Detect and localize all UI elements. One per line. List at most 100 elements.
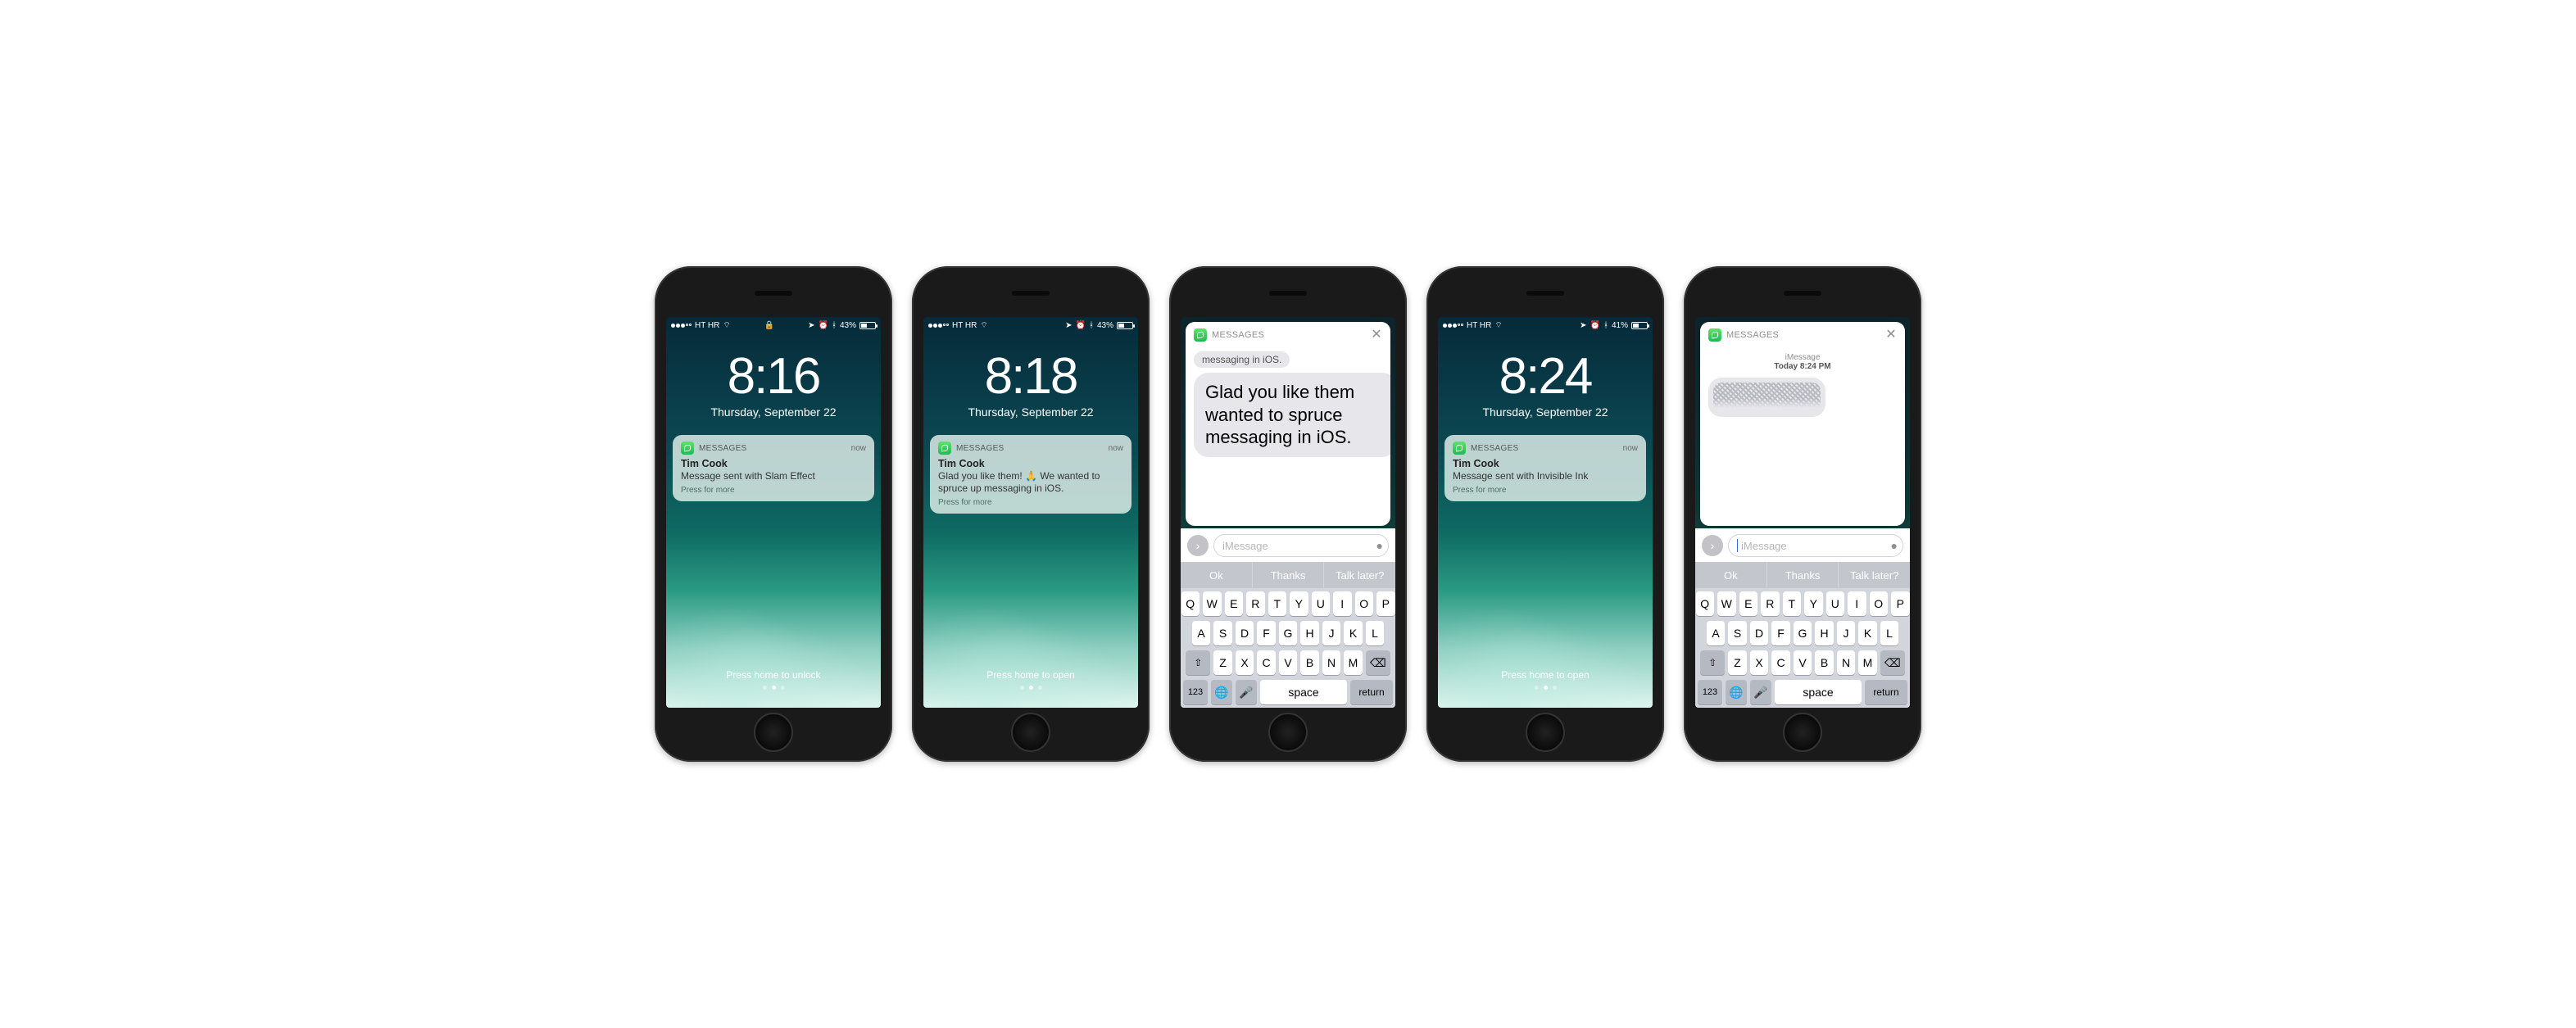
expand-apps-button[interactable]: › (1187, 535, 1209, 556)
key-h[interactable]: H (1815, 621, 1834, 645)
key-q[interactable]: Q (1181, 591, 1200, 616)
key-e[interactable]: E (1739, 591, 1758, 616)
key-j[interactable]: J (1837, 621, 1856, 645)
key-m[interactable]: M (1858, 650, 1877, 675)
notification-card[interactable]: MESSAGES now Tim Cook Message sent with … (1444, 435, 1646, 501)
key-s[interactable]: S (1728, 621, 1747, 645)
key-h[interactable]: H (1300, 621, 1319, 645)
key-i[interactable]: I (1848, 591, 1866, 616)
key-x[interactable]: X (1236, 650, 1254, 675)
quick-reply-option[interactable]: Thanks (1253, 562, 1325, 588)
key-123[interactable]: 123 (1698, 680, 1722, 704)
key-⌫[interactable]: ⌫ (1366, 650, 1390, 675)
key-k[interactable]: K (1858, 621, 1877, 645)
key-123[interactable]: 123 (1183, 680, 1208, 704)
bluetooth-icon: ᚼ (1089, 321, 1094, 330)
key-⌫[interactable]: ⌫ (1880, 650, 1905, 675)
key-b[interactable]: B (1815, 650, 1834, 675)
close-icon[interactable]: ✕ (1371, 328, 1382, 342)
close-icon[interactable]: ✕ (1885, 328, 1897, 342)
key-r[interactable]: R (1761, 591, 1780, 616)
quick-reply-option[interactable]: Ok (1181, 562, 1253, 588)
key-s[interactable]: S (1213, 621, 1232, 645)
key-v[interactable]: V (1279, 650, 1298, 675)
message-input[interactable]: iMessage ● (1213, 534, 1389, 557)
expand-apps-button[interactable]: › (1702, 535, 1723, 556)
key-b[interactable]: B (1300, 650, 1319, 675)
key-🌐[interactable]: 🌐 (1211, 680, 1232, 704)
key-o[interactable]: O (1355, 591, 1374, 616)
previous-message-bubble: messaging in iOS. (1194, 351, 1290, 368)
key-l[interactable]: L (1366, 621, 1385, 645)
key-j[interactable]: J (1322, 621, 1341, 645)
signal-dots-icon (928, 324, 949, 328)
phone-frame: HT HR ⌔ ➤ ⏰ ᚼ 43% 8:18 Thursday, Septemb… (912, 266, 1150, 762)
quick-reply-option[interactable]: Thanks (1767, 562, 1839, 588)
key-t[interactable]: T (1783, 591, 1802, 616)
key-a[interactable]: A (1192, 621, 1211, 645)
key-x[interactable]: X (1750, 650, 1769, 675)
key-d[interactable]: D (1750, 621, 1769, 645)
invisible-ink-texture (1713, 383, 1821, 412)
key-⇧[interactable]: ⇧ (1700, 650, 1725, 675)
key-space[interactable]: space (1260, 680, 1347, 704)
key-w[interactable]: W (1203, 591, 1222, 616)
messages-app-icon (938, 442, 951, 455)
key-c[interactable]: C (1771, 650, 1790, 675)
key-y[interactable]: Y (1290, 591, 1308, 616)
key-n[interactable]: N (1322, 650, 1341, 675)
key-o[interactable]: O (1870, 591, 1889, 616)
key-🎤[interactable]: 🎤 (1236, 680, 1257, 704)
quick-reply-option[interactable]: Ok (1695, 562, 1767, 588)
key-return[interactable]: return (1865, 680, 1907, 704)
key-u[interactable]: U (1312, 591, 1331, 616)
key-y[interactable]: Y (1804, 591, 1823, 616)
key-m[interactable]: M (1344, 650, 1363, 675)
key-p[interactable]: P (1891, 591, 1910, 616)
key-v[interactable]: V (1794, 650, 1812, 675)
wifi-icon: ⌔ (723, 320, 730, 331)
key-f[interactable]: F (1257, 621, 1276, 645)
key-🌐[interactable]: 🌐 (1726, 680, 1747, 704)
key-l[interactable]: L (1880, 621, 1899, 645)
key-return[interactable]: return (1350, 680, 1393, 704)
notification-card[interactable]: MESSAGES now Tim Cook Message sent with … (673, 435, 874, 501)
key-p[interactable]: P (1376, 591, 1395, 616)
key-f[interactable]: F (1771, 621, 1790, 645)
key-q[interactable]: Q (1696, 591, 1715, 616)
key-a[interactable]: A (1707, 621, 1726, 645)
quick-reply-option[interactable]: Talk later? (1324, 562, 1395, 588)
key-c[interactable]: C (1257, 650, 1276, 675)
key-e[interactable]: E (1225, 591, 1244, 616)
key-z[interactable]: Z (1728, 650, 1747, 675)
message-input[interactable]: iMessage ● (1728, 534, 1903, 557)
quick-reply-card: MESSAGES ✕ messaging in iOS. Glad you li… (1186, 322, 1390, 526)
quick-reply-option[interactable]: Talk later? (1839, 562, 1910, 588)
notification-card[interactable]: MESSAGES now Tim Cook Glad you like them… (930, 435, 1132, 514)
key-w[interactable]: W (1717, 591, 1736, 616)
battery-percent: 43% (840, 321, 856, 330)
key-i[interactable]: I (1333, 591, 1352, 616)
key-u[interactable]: U (1826, 591, 1845, 616)
key-🎤[interactable]: 🎤 (1750, 680, 1771, 704)
key-d[interactable]: D (1236, 621, 1254, 645)
key-g[interactable]: G (1794, 621, 1812, 645)
page-dots (666, 686, 881, 690)
conversation-body[interactable]: iMessage Today 8:24 PM (1700, 348, 1905, 526)
key-⇧[interactable]: ⇧ (1186, 650, 1210, 675)
invisible-ink-bubble[interactable] (1708, 378, 1825, 417)
messages-app-icon (681, 442, 694, 455)
keyboard[interactable]: QWERTYUIOP ASDFGHJKL ⇧ZXCVBNM⌫ 123🌐🎤spac… (1181, 588, 1395, 708)
key-r[interactable]: R (1246, 591, 1265, 616)
conversation-timestamp: iMessage Today 8:24 PM (1708, 353, 1897, 371)
key-g[interactable]: G (1279, 621, 1298, 645)
key-k[interactable]: K (1344, 621, 1363, 645)
key-n[interactable]: N (1837, 650, 1856, 675)
conversation-body[interactable]: messaging in iOS. Glad you like them wan… (1186, 348, 1390, 526)
key-t[interactable]: T (1268, 591, 1287, 616)
key-space[interactable]: space (1775, 680, 1862, 704)
keyboard[interactable]: QWERTYUIOP ASDFGHJKL ⇧ZXCVBNM⌫ 123🌐🎤spac… (1695, 588, 1910, 708)
dictate-icon[interactable]: ● (1376, 539, 1383, 552)
key-z[interactable]: Z (1213, 650, 1232, 675)
dictate-icon[interactable]: ● (1891, 539, 1898, 552)
